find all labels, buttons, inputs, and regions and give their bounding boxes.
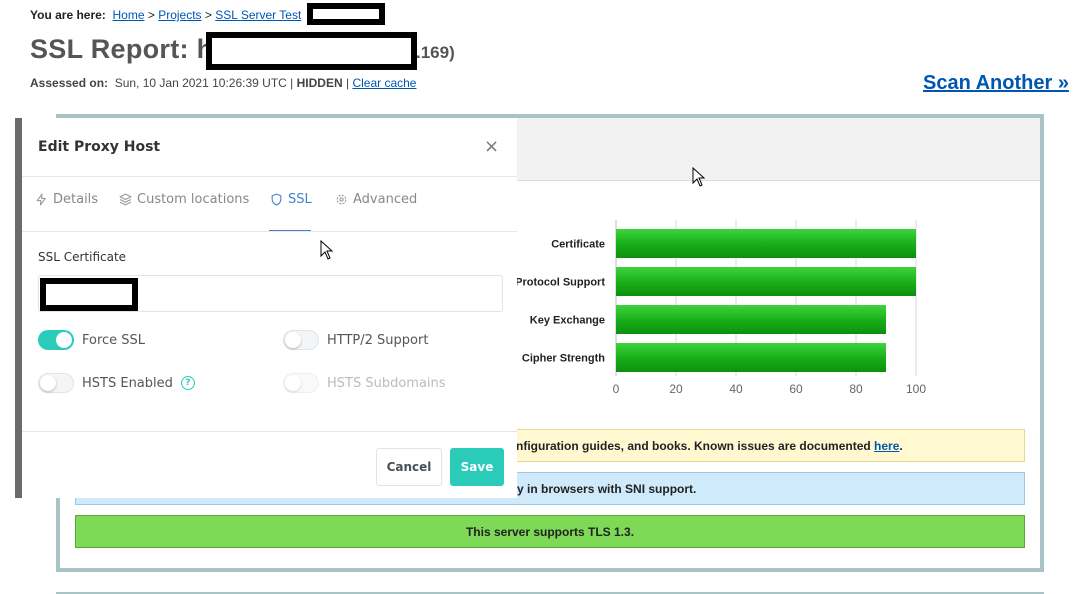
edit-proxy-host-modal: Edit Proxy Host × Details Custom locatio… (22, 118, 517, 498)
chart-bar (616, 343, 886, 372)
cancel-button[interactable]: Cancel (376, 448, 442, 486)
chart-tick-label: 100 (906, 382, 926, 396)
toggle-label: HTTP/2 Support (327, 332, 429, 348)
toggle-switch[interactable] (283, 330, 319, 350)
divider (22, 231, 517, 232)
bolt-icon (36, 193, 46, 206)
chart-bar (616, 305, 886, 334)
toggle-label: HSTS Enabled (82, 375, 173, 391)
redaction-box (40, 278, 138, 311)
chart-category-label: Protocol Support (515, 277, 605, 289)
toggle-label: HSTS Subdomains (327, 375, 446, 391)
force-ssl-toggle[interactable]: Force SSL (38, 330, 145, 350)
chart-category-label: Cipher Strength (522, 353, 605, 365)
chart-tick-label: 20 (669, 382, 683, 396)
close-icon[interactable]: × (484, 136, 499, 157)
mouse-cursor-icon (692, 167, 706, 187)
known-issues-link[interactable]: here (874, 439, 899, 453)
toggle-switch[interactable] (38, 373, 74, 393)
modal-title: Edit Proxy Host (38, 139, 161, 155)
divider (22, 431, 517, 432)
tab-advanced[interactable]: Advanced (335, 192, 417, 207)
tls13-banner: This server supports TLS 1.3. (75, 515, 1025, 548)
mouse-cursor-icon (320, 240, 334, 260)
http2-support-toggle[interactable]: HTTP/2 Support (283, 330, 428, 350)
chart-category-labels: Certificate Protocol Support Key Exchange C… (515, 239, 605, 365)
chart-category-label: Key Exchange (530, 315, 605, 327)
tab-label: Advanced (353, 192, 418, 207)
toggle-switch[interactable] (38, 330, 74, 350)
banner-text: nfiguration guides, and books. Known iss… (516, 439, 875, 453)
tab-label: Custom locations (137, 192, 250, 207)
shield-icon (271, 193, 282, 206)
chart-bar (616, 229, 916, 258)
chart-bar (616, 267, 916, 296)
chart-tick-label: 0 (613, 382, 620, 396)
toggle-label: Force SSL (82, 332, 146, 348)
banner-text-end: . (899, 439, 903, 453)
ssl-certificate-label: SSL Certificate (38, 250, 127, 264)
tab-label: SSL (288, 192, 312, 207)
tab-label: Details (53, 192, 99, 207)
chart-category-label: Certificate (551, 239, 605, 251)
tab-ssl[interactable]: SSL (270, 192, 312, 207)
hsts-subdomains-toggle: HSTS Subdomains (283, 373, 446, 393)
chart-tick-label: 60 (789, 382, 803, 396)
chart-tick-labels: 0 20 40 60 80 100 (613, 382, 927, 396)
save-button[interactable]: Save (450, 448, 504, 486)
hsts-enabled-toggle[interactable]: HSTS Enabled ? (38, 373, 195, 393)
chart-bars (616, 229, 916, 372)
chart-tick-label: 80 (849, 382, 863, 396)
tab-details[interactable]: Details (35, 192, 98, 207)
gear-icon (336, 194, 347, 205)
tab-custom-locations[interactable]: Custom locations (119, 192, 249, 207)
banner-text: y in browsers with SNI support. (517, 482, 697, 496)
banner-text: This server supports TLS 1.3. (465, 525, 635, 539)
help-icon[interactable]: ? (180, 376, 195, 390)
chart-tick-label: 40 (729, 382, 743, 396)
modal-backdrop (15, 118, 22, 498)
divider (22, 176, 517, 177)
layers-icon (119, 193, 132, 206)
toggle-switch (283, 373, 319, 393)
